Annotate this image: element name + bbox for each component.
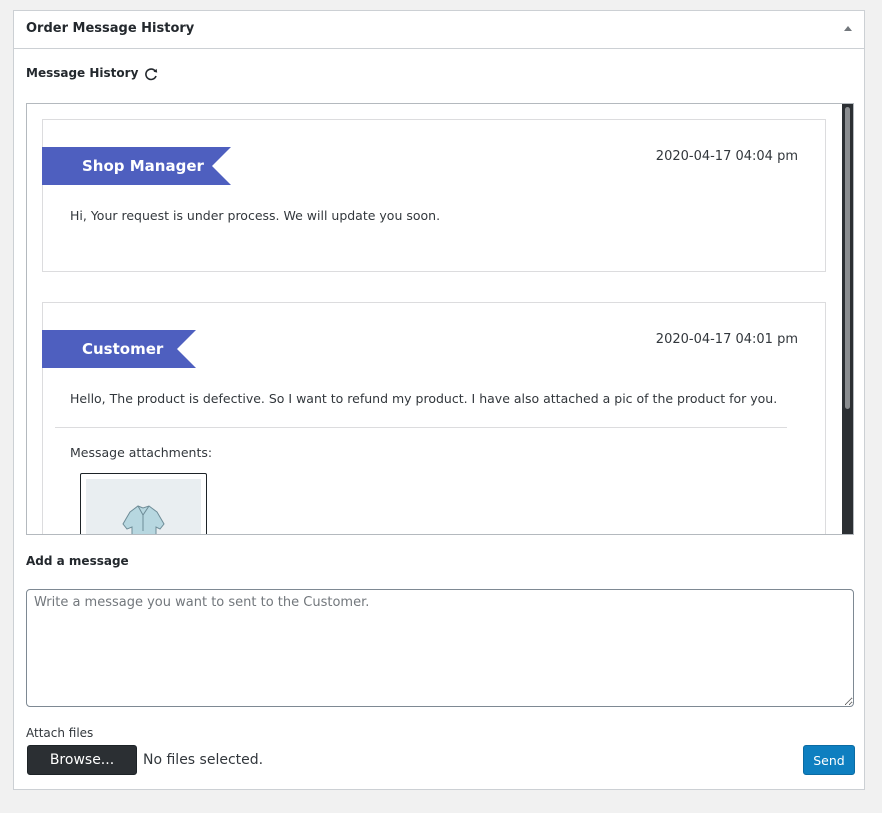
attachment-thumbnail[interactable] — [80, 473, 207, 534]
file-status-text: No files selected. — [143, 752, 264, 768]
message-text: Hi, Your request is under process. We wi… — [70, 208, 441, 223]
message-card: Customer 2020-04-17 04:01 pm Hello, The … — [42, 302, 826, 534]
attachments-label: Message attachments: — [70, 445, 213, 460]
browse-button[interactable]: Browse... — [27, 745, 137, 775]
message-input[interactable] — [26, 589, 854, 707]
panel-title: Order Message History — [26, 21, 195, 36]
order-message-history-panel: Order Message History Message History Sh… — [13, 10, 865, 790]
collapse-toggle-icon[interactable] — [844, 26, 852, 31]
shirt-image — [86, 479, 201, 534]
refresh-icon[interactable] — [143, 66, 159, 82]
message-timestamp: 2020-04-17 04:01 pm — [655, 332, 798, 347]
message-text: Hello, The product is defective. So I wa… — [70, 391, 778, 406]
add-message-label: Add a message — [26, 554, 129, 568]
scrollbar-thumb[interactable] — [845, 107, 850, 409]
message-card: Shop Manager 2020-04-17 04:04 pm Hi, You… — [42, 119, 826, 272]
message-history-list[interactable]: Shop Manager 2020-04-17 04:04 pm Hi, You… — [26, 103, 854, 535]
attach-files-label: Attach files — [26, 726, 94, 740]
send-button[interactable]: Send — [803, 745, 855, 775]
author-ribbon: Customer — [42, 330, 196, 368]
scrollbar[interactable] — [842, 104, 853, 534]
panel-header[interactable]: Order Message History — [14, 11, 864, 49]
message-timestamp: 2020-04-17 04:04 pm — [655, 149, 798, 164]
divider — [55, 427, 787, 428]
message-history-label: Message History — [26, 66, 139, 80]
author-ribbon: Shop Manager — [42, 147, 231, 185]
